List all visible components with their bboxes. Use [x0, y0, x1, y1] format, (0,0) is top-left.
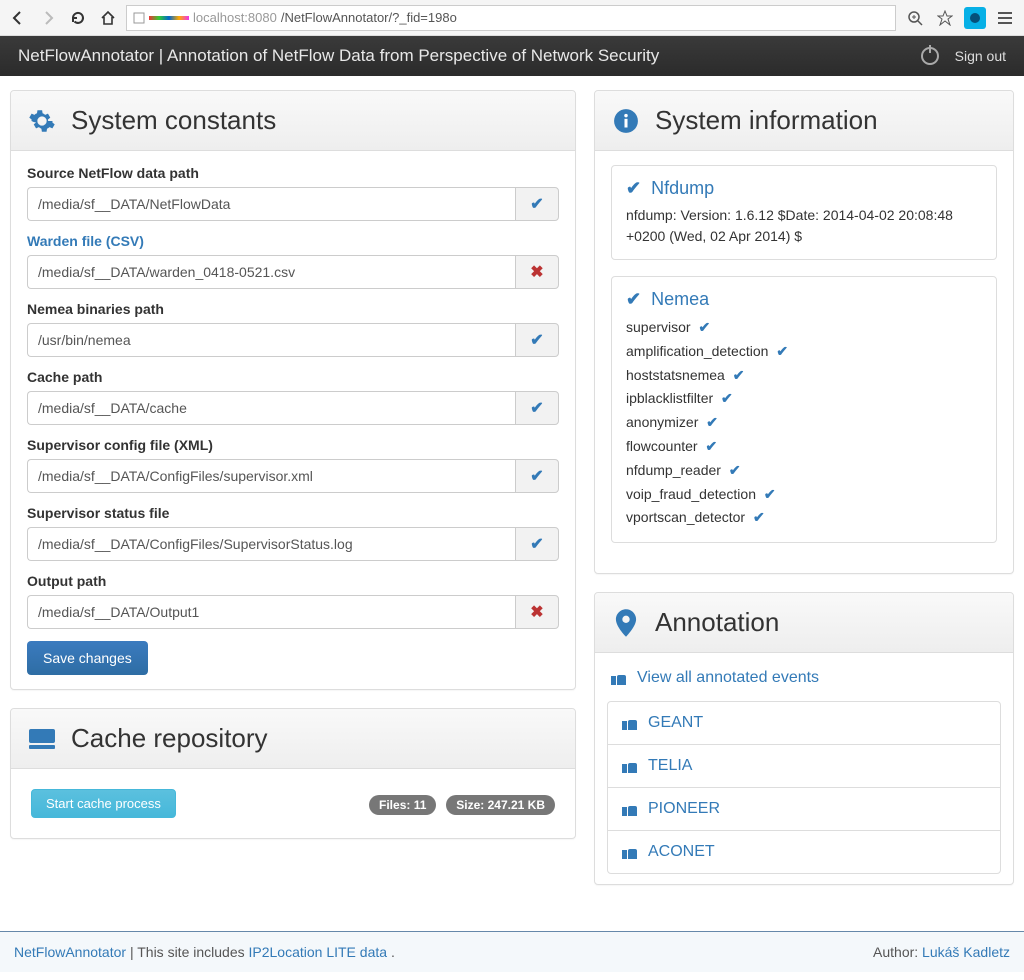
- files-badge: Files: 11: [369, 795, 436, 815]
- nemea-module: voip_fraud_detection ✔: [626, 483, 982, 507]
- constants-field-input[interactable]: [27, 391, 515, 425]
- sysinfo-title: System information: [655, 105, 878, 136]
- system-constants-panel: System constants Source NetFlow data pat…: [10, 90, 576, 690]
- check-icon: ✔: [698, 319, 710, 335]
- check-icon: ✔: [706, 414, 718, 430]
- check-icon: ✔: [733, 367, 745, 383]
- save-changes-button[interactable]: Save changes: [27, 641, 148, 675]
- check-icon: ✔: [764, 486, 776, 502]
- back-button[interactable]: [6, 6, 30, 30]
- url-host: localhost:8080: [193, 10, 277, 25]
- check-icon: ✔: [626, 289, 641, 310]
- annotation-item[interactable]: PIONEER: [608, 788, 1000, 831]
- map-marker-icon: [611, 608, 641, 638]
- home-button[interactable]: [96, 6, 120, 30]
- extension-icon[interactable]: [962, 5, 988, 31]
- app-header: NetFlowAnnotator | Annotation of NetFlow…: [0, 36, 1024, 76]
- author-label: Author:: [873, 944, 922, 960]
- check-icon: ✔: [721, 390, 733, 406]
- constants-field-input[interactable]: [27, 527, 515, 561]
- check-icon: ✔: [776, 343, 788, 359]
- forward-button[interactable]: [36, 6, 60, 30]
- check-icon: ✔: [753, 509, 765, 525]
- annotation-title: Annotation: [655, 607, 779, 638]
- constants-field-label: Output path: [27, 573, 559, 589]
- thumbs-up-icon: [611, 671, 627, 685]
- status-ok-icon: ✔: [515, 323, 559, 357]
- nemea-module: amplification_detection ✔: [626, 340, 982, 364]
- zoom-icon[interactable]: [902, 5, 928, 31]
- reload-button[interactable]: [66, 6, 90, 30]
- thumbs-up-icon: [622, 759, 638, 773]
- check-icon: ✔: [705, 438, 717, 454]
- author-link[interactable]: Lukáš Kadletz: [922, 944, 1010, 960]
- system-info-panel: System information ✔ Nfdump nfdump: Vers…: [594, 90, 1014, 574]
- nemea-box: ✔ Nemea supervisor ✔amplification_detect…: [611, 276, 997, 543]
- cache-repository-panel: Cache repository Start cache process Fil…: [10, 708, 576, 839]
- info-icon: [611, 106, 641, 136]
- footer: NetFlowAnnotator | This site includes IP…: [0, 931, 1024, 972]
- view-all-link[interactable]: View all annotated events: [607, 663, 1001, 701]
- annotation-panel: Annotation View all annotated events GEA…: [594, 592, 1014, 885]
- app-title: NetFlowAnnotator | Annotation of NetFlow…: [18, 46, 659, 66]
- ip2location-link[interactable]: IP2Location LITE data: [249, 944, 388, 960]
- footer-brand-link[interactable]: NetFlowAnnotator: [14, 944, 126, 960]
- size-badge: Size: 247.21 KB: [446, 795, 555, 815]
- nemea-module: vportscan_detector ✔: [626, 506, 982, 530]
- status-ok-icon: ✔: [515, 187, 559, 221]
- annotation-item[interactable]: TELIA: [608, 745, 1000, 788]
- url-bar[interactable]: localhost:8080 /NetFlowAnnotator/?_fid=1…: [126, 5, 896, 31]
- constants-field-label: Nemea binaries path: [27, 301, 559, 317]
- constants-field-input[interactable]: [27, 255, 515, 289]
- nemea-module: hoststatsnemea ✔: [626, 364, 982, 388]
- nemea-module: flowcounter ✔: [626, 435, 982, 459]
- constants-field-label[interactable]: Warden file (CSV): [27, 233, 559, 249]
- status-ok-icon: ✔: [515, 459, 559, 493]
- constants-field-input[interactable]: [27, 323, 515, 357]
- thumbs-up-icon: [622, 802, 638, 816]
- nemea-module: anonymizer ✔: [626, 411, 982, 435]
- constants-field-label: Cache path: [27, 369, 559, 385]
- constants-field-input[interactable]: [27, 459, 515, 493]
- gear-icon: [27, 106, 57, 136]
- cache-title: Cache repository: [71, 723, 268, 754]
- power-icon[interactable]: [921, 47, 939, 65]
- status-ok-icon: ✔: [515, 527, 559, 561]
- nfdump-text: nfdump: Version: 1.6.12 $Date: 2014-04-0…: [626, 205, 982, 247]
- annotation-item[interactable]: GEANT: [608, 702, 1000, 745]
- cache-stats: Files: 11 Size: 247.21 KB: [363, 796, 555, 812]
- hdd-icon: [27, 724, 57, 754]
- favicon-strip: [149, 16, 189, 20]
- constants-field-input[interactable]: [27, 187, 515, 221]
- bookmark-star-icon[interactable]: [932, 5, 958, 31]
- constants-title: System constants: [71, 105, 276, 136]
- check-icon: ✔: [729, 462, 741, 478]
- start-cache-button[interactable]: Start cache process: [31, 789, 176, 818]
- constants-field-label: Source NetFlow data path: [27, 165, 559, 181]
- thumbs-up-icon: [622, 716, 638, 730]
- menu-icon[interactable]: [992, 5, 1018, 31]
- constants-field-label: Supervisor config file (XML): [27, 437, 559, 453]
- nemea-module: nfdump_reader ✔: [626, 459, 982, 483]
- nemea-module: ipblacklistfilter ✔: [626, 387, 982, 411]
- browser-toolbar: localhost:8080 /NetFlowAnnotator/?_fid=1…: [0, 0, 1024, 36]
- check-icon: ✔: [626, 178, 641, 199]
- nfdump-box: ✔ Nfdump nfdump: Version: 1.6.12 $Date: …: [611, 165, 997, 260]
- thumbs-up-icon: [622, 845, 638, 859]
- nemea-module: supervisor ✔: [626, 316, 982, 340]
- url-path: /NetFlowAnnotator/?_fid=198o: [281, 10, 457, 25]
- sign-out-link[interactable]: Sign out: [955, 48, 1006, 64]
- status-ok-icon: ✔: [515, 391, 559, 425]
- page-icon: [133, 12, 145, 24]
- constants-field-label: Supervisor status file: [27, 505, 559, 521]
- nfdump-link[interactable]: Nfdump: [651, 178, 714, 199]
- constants-field-input[interactable]: [27, 595, 515, 629]
- annotation-item[interactable]: ACONET: [608, 831, 1000, 873]
- footer-text: | This site includes: [130, 944, 249, 960]
- nemea-link[interactable]: Nemea: [651, 289, 709, 310]
- status-error-icon: ✖: [515, 595, 559, 629]
- status-error-icon: ✖: [515, 255, 559, 289]
